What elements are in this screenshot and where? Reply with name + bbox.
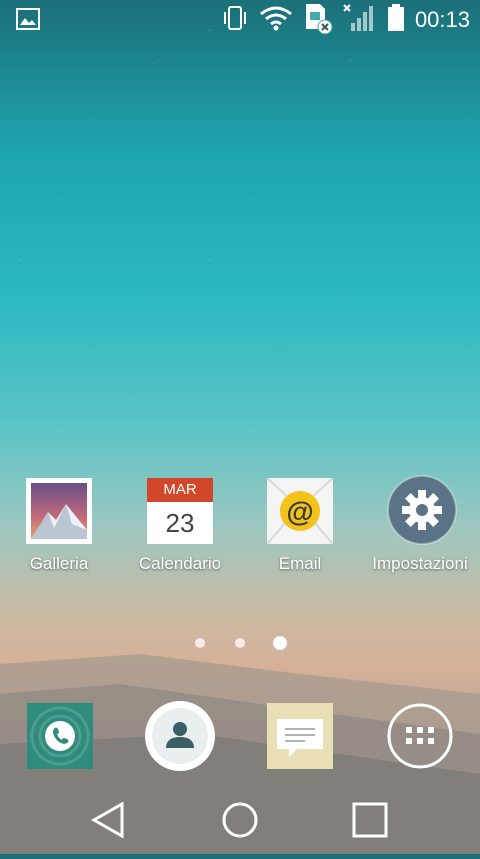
home-icon[interactable] xyxy=(200,786,280,854)
wifi-icon xyxy=(259,5,293,36)
no-signal-icon xyxy=(343,3,377,38)
status-bar: 00:13 xyxy=(0,0,480,40)
page-dot[interactable] xyxy=(195,638,205,648)
calendar-icon: MAR 23 xyxy=(147,478,213,544)
messages-icon[interactable] xyxy=(267,703,333,769)
page-dot-active[interactable] xyxy=(273,636,287,650)
app-impostazioni[interactable]: Impostazioni xyxy=(365,475,475,574)
dock xyxy=(0,700,480,772)
gallery-icon xyxy=(26,478,92,544)
back-icon[interactable] xyxy=(68,786,148,854)
contacts-icon[interactable] xyxy=(144,700,216,772)
email-at-glyph: @ xyxy=(286,496,313,527)
recents-icon[interactable] xyxy=(330,786,410,854)
clock: 00:13 xyxy=(414,7,470,32)
app-label: Calendario xyxy=(138,554,222,573)
calendar-day: 23 xyxy=(165,508,195,538)
app-label: Galleria xyxy=(29,554,89,573)
phone-icon[interactable] xyxy=(27,703,93,769)
app-label: Impostazioni xyxy=(372,554,468,573)
app-calendario[interactable]: MAR 23 Calendario xyxy=(125,478,235,574)
page-dot[interactable] xyxy=(235,638,245,648)
app-galleria[interactable]: Galleria xyxy=(4,478,114,574)
navigation-bar xyxy=(0,786,480,854)
email-icon: @ xyxy=(266,477,334,545)
image-notification-icon xyxy=(16,8,40,35)
app-email[interactable]: @ Email xyxy=(245,477,355,574)
vibrate-icon xyxy=(221,4,249,37)
battery-icon xyxy=(387,3,405,37)
settings-icon xyxy=(387,475,457,545)
apps-drawer-icon[interactable] xyxy=(387,703,453,769)
home-app-row: Galleria MAR 23 Calendario @ Email Impos… xyxy=(0,475,480,588)
app-label: Email xyxy=(278,554,322,573)
wallpaper-stars xyxy=(0,0,480,480)
calendar-month: MAR xyxy=(147,478,213,502)
sim-missing-icon xyxy=(303,2,333,39)
